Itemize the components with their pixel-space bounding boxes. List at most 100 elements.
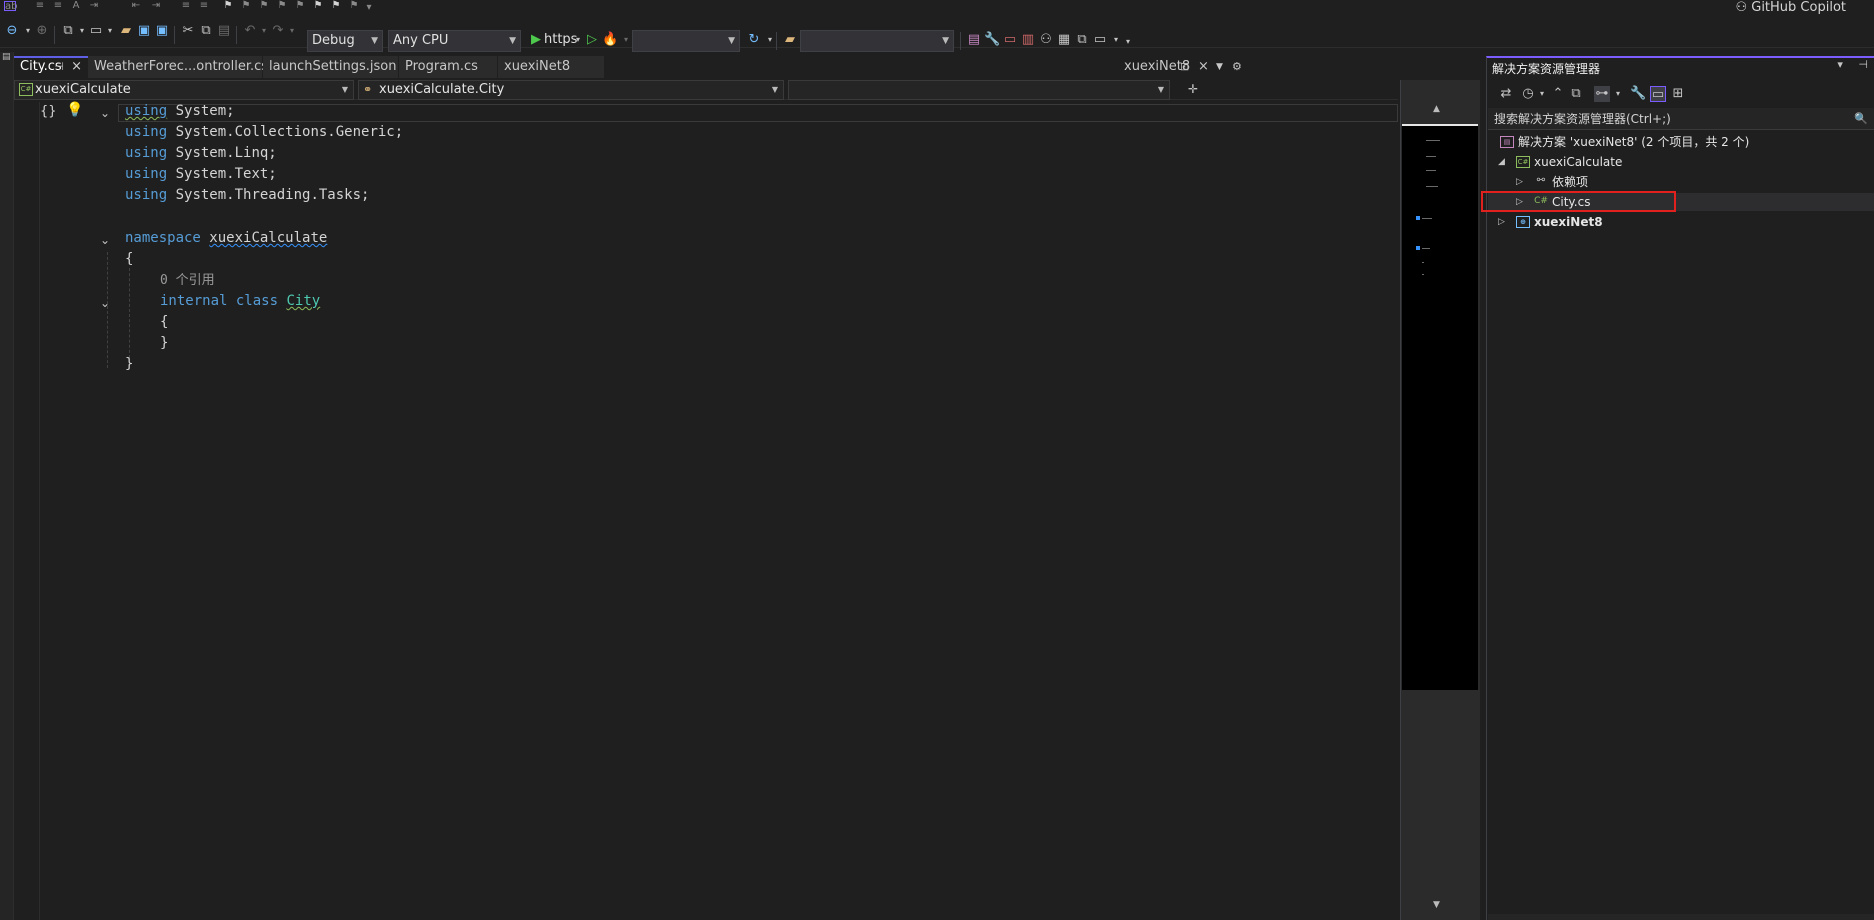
- code-line-3[interactable]: using System.Linq;: [125, 143, 277, 164]
- start-debug-icon[interactable]: ▶: [528, 32, 544, 48]
- find-combo[interactable]: ▼: [800, 30, 954, 52]
- properties-wrench-icon[interactable]: 🔧: [1630, 86, 1646, 102]
- hot-reload-icon[interactable]: 🔥: [602, 32, 618, 48]
- switch-views-icon[interactable]: ⊶: [1594, 86, 1610, 102]
- type-nav-select[interactable]: ⚭ xuexiCalculate.City ▼: [358, 80, 784, 100]
- tab-preview-xuexinet8[interactable]: xuexiNet8 ⊡ × ▼ ⚙: [1118, 56, 1268, 78]
- code-minimap[interactable]: [1402, 124, 1478, 690]
- collapsed-arrow-icon[interactable]: ▷: [1516, 172, 1526, 192]
- code-line-class-close[interactable]: }: [160, 333, 168, 354]
- collapse-icon[interactable]: ⌄: [100, 297, 112, 309]
- save-all-icon[interactable]: ▣: [154, 23, 170, 39]
- code-line-2[interactable]: using System.Collections.Generic;: [125, 122, 403, 143]
- collapse-all-icon[interactable]: ⌃: [1550, 86, 1566, 102]
- format-icon[interactable]: A: [70, 1, 82, 11]
- tab-list-dropdown-icon[interactable]: ▼: [1216, 56, 1223, 78]
- comment-line-icon[interactable]: ≡: [180, 1, 192, 11]
- class-diagram-icon[interactable]: ⊞: [1670, 86, 1686, 102]
- properties-icon[interactable]: ⧉: [1074, 32, 1090, 48]
- open-file-icon[interactable]: ▰: [118, 23, 134, 39]
- code-line-close-brace[interactable]: }: [125, 354, 133, 375]
- split-window-icon[interactable]: ✛: [1188, 82, 1198, 96]
- toolbox-tab-icon[interactable]: ▤: [2, 52, 11, 62]
- tab-program-cs[interactable]: Program.cs: [399, 56, 497, 78]
- redo-dropdown-icon[interactable]: ▾: [284, 23, 300, 39]
- code-line-class-open[interactable]: {: [160, 312, 168, 333]
- preview-selected-icon[interactable]: ▭: [1650, 86, 1666, 102]
- save-icon[interactable]: ▣: [136, 23, 152, 39]
- collapse-icon[interactable]: ⌄: [100, 107, 112, 119]
- github-copilot-button[interactable]: ⚇ GitHub Copilot: [1735, 0, 1846, 15]
- clear-bookmarks-icon[interactable]: ⚑: [330, 1, 342, 11]
- tree-dependencies[interactable]: ▷ ⚯ 依赖项: [1512, 172, 1588, 192]
- uncomment-line-icon[interactable]: ≡: [198, 1, 210, 11]
- keep-open-icon[interactable]: ⊡: [1180, 56, 1189, 78]
- toolbar-overflow-icon[interactable]: ▾: [1120, 34, 1136, 50]
- bookmark-window-icon[interactable]: ⚑: [312, 1, 324, 11]
- toggle-bookmark-icon[interactable]: ⚑: [348, 1, 360, 11]
- spellcheck-icon[interactable]: ab: [4, 1, 17, 12]
- code-line-5[interactable]: using System.Threading.Tasks;: [125, 185, 369, 206]
- expanded-arrow-icon[interactable]: ◢: [1498, 152, 1508, 172]
- server-explorer-icon[interactable]: ▦: [1056, 32, 1072, 48]
- pending-changes-dropdown-icon[interactable]: ▾: [1534, 86, 1550, 102]
- copy-icon[interactable]: ⧉: [198, 23, 214, 39]
- tab-weatherforecast-controller[interactable]: WeatherForec...ontroller.cs: [88, 56, 268, 78]
- wrench-icon[interactable]: 🔧: [984, 32, 1000, 48]
- code-line-namespace[interactable]: namespace xuexiCalculate: [125, 228, 327, 249]
- close-icon[interactable]: ×: [1198, 56, 1209, 78]
- lightbulb-icon[interactable]: 💡: [66, 102, 83, 118]
- code-line-1[interactable]: using System;: [125, 101, 235, 122]
- toolbox-icon[interactable]: ▥: [1020, 32, 1036, 48]
- back-icon[interactable]: ⊖: [4, 23, 20, 39]
- comment-icon[interactable]: ≡: [34, 1, 46, 11]
- refresh-icon[interactable]: ↻: [746, 32, 762, 48]
- code-line-4[interactable]: using System.Text;: [125, 164, 277, 185]
- add-item-dropdown-icon[interactable]: ▾: [102, 23, 118, 39]
- paste-icon[interactable]: ▤: [216, 23, 232, 39]
- code-line-open-brace[interactable]: {: [125, 249, 133, 270]
- configuration-select[interactable]: Debug ▼: [307, 30, 383, 52]
- collapse-icon[interactable]: ⌄: [100, 234, 112, 246]
- prev-bookmark-folder-icon[interactable]: ⚑: [276, 1, 288, 11]
- search-icon[interactable]: 🔍: [1854, 108, 1868, 130]
- pin-icon[interactable]: ⊣: [54, 58, 64, 76]
- bookmark-icon[interactable]: ⚑: [222, 1, 234, 11]
- show-all-files-icon[interactable]: ⧉: [1568, 86, 1584, 102]
- next-bookmark-icon[interactable]: ⚑: [258, 1, 270, 11]
- tree-project-xuexinet8[interactable]: ▷ ⊕ xuexiNet8: [1494, 212, 1603, 232]
- uncomment-icon[interactable]: ≡: [52, 1, 64, 11]
- scroll-down-icon[interactable]: ▼: [1433, 900, 1440, 910]
- code-lens-references[interactable]: 0 个引用: [160, 270, 215, 291]
- close-icon[interactable]: ×: [71, 58, 82, 76]
- project-nav-select[interactable]: C# xuexiCalculate ▼: [14, 80, 354, 100]
- solution-explorer-search[interactable]: 搜索解决方案资源管理器(Ctrl+;) 🔍: [1488, 108, 1874, 130]
- team-explorer-icon[interactable]: ⚇: [1038, 32, 1054, 48]
- tab-city-cs[interactable]: City.cs ⊣ ×: [14, 56, 88, 78]
- code-lens-braces-icon[interactable]: {}: [40, 104, 57, 119]
- word-wrap-icon[interactable]: ⇥: [88, 1, 100, 11]
- forward-icon[interactable]: ⊕: [34, 23, 50, 39]
- layout-icon[interactable]: ▤: [966, 32, 982, 48]
- platform-select[interactable]: Any CPU ▼: [388, 30, 521, 52]
- switch-views-dropdown-icon[interactable]: ▾: [1610, 86, 1626, 102]
- indent-icon[interactable]: ⇤: [130, 1, 142, 11]
- cut-icon[interactable]: ✂: [180, 23, 196, 39]
- code-line-class[interactable]: internal class City: [160, 291, 320, 312]
- start-without-debug-icon[interactable]: ▷: [584, 32, 600, 48]
- prev-bookmark-icon[interactable]: ⚑: [240, 1, 252, 11]
- gear-icon[interactable]: ⚙: [1232, 56, 1242, 78]
- auto-hide-pin-icon[interactable]: ⊣: [1858, 58, 1868, 71]
- panel-options-icon[interactable]: ▾: [1837, 58, 1843, 71]
- next-bookmark-folder-icon[interactable]: ⚑: [294, 1, 306, 11]
- sync-with-document-icon[interactable]: ⇄: [1498, 86, 1514, 102]
- tree-project-xuexicalculate[interactable]: ◢ C# xuexiCalculate: [1494, 152, 1622, 172]
- scroll-up-icon[interactable]: ▲: [1433, 104, 1440, 114]
- tab-launchsettings[interactable]: launchSettings.json: [263, 56, 398, 78]
- output-icon[interactable]: ▭: [1092, 32, 1108, 48]
- toolbar-overflow-icon[interactable]: ▾: [363, 3, 375, 13]
- find-in-files-icon[interactable]: ▰: [782, 32, 798, 48]
- tree-solution-node[interactable]: ▤ 解决方案 'xuexiNet8' (2 个项目，共 2 个): [1500, 132, 1749, 152]
- collapsed-arrow-icon[interactable]: ▷: [1498, 212, 1508, 232]
- tab-xuexinet8[interactable]: xuexiNet8: [498, 56, 604, 78]
